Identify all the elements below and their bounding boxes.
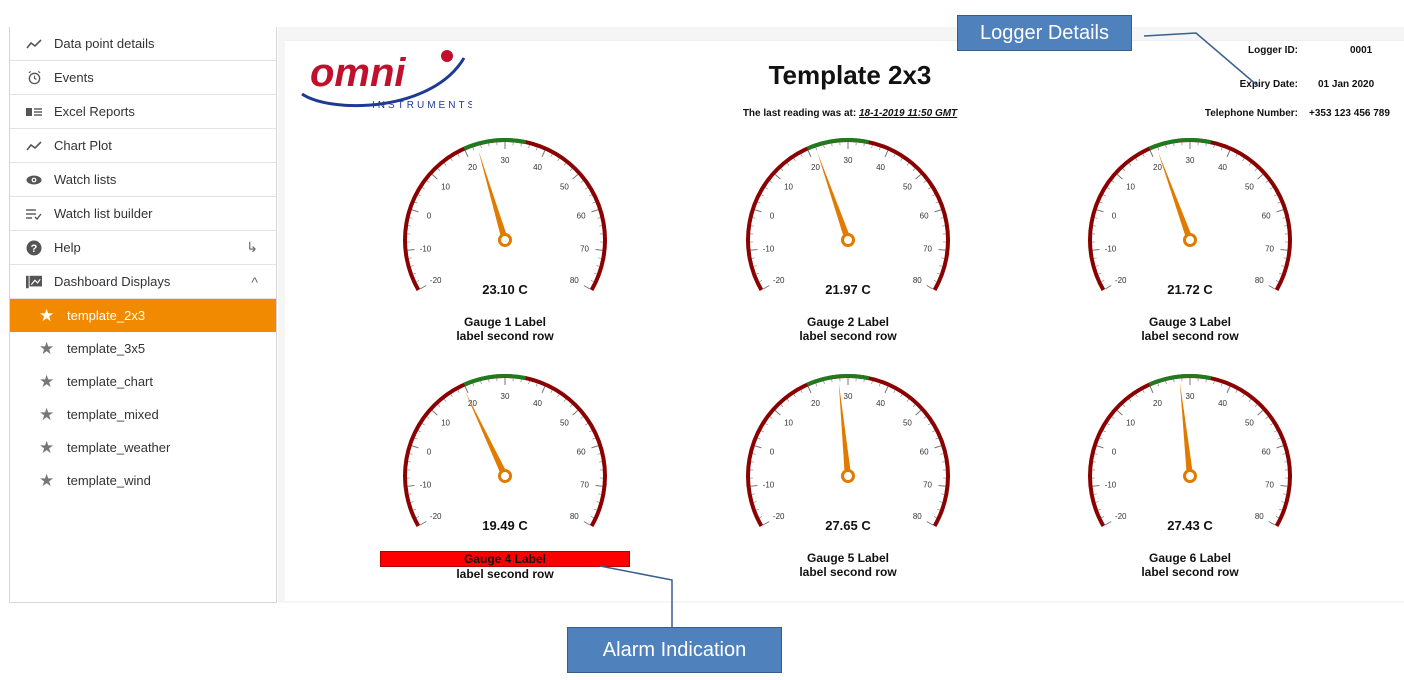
callout-connectors <box>599 32 1259 628</box>
logger-details-callout: Logger Details <box>957 15 1132 51</box>
alarm-callout-line <box>599 565 673 628</box>
logger-callout-line <box>1143 32 1259 87</box>
alarm-indication-callout: Alarm Indication <box>567 627 782 673</box>
